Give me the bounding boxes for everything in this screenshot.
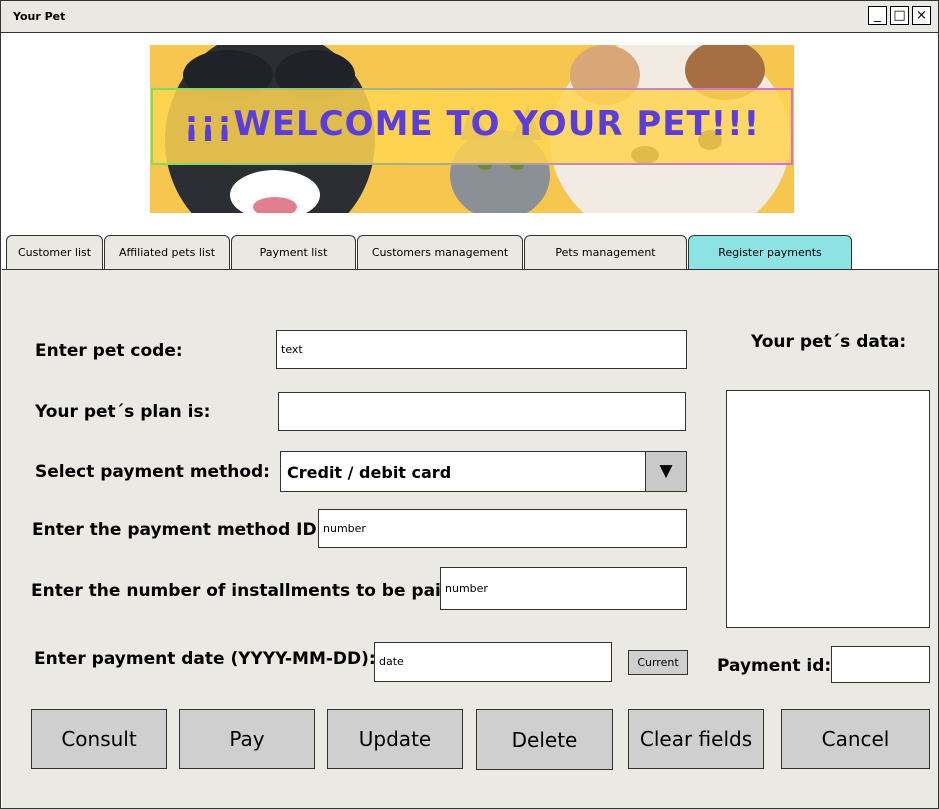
installments-input[interactable]: number [440,567,687,610]
update-button[interactable]: Update [327,709,463,769]
payment-id-field[interactable] [831,646,930,683]
maximize-button[interactable]: □ [890,6,909,25]
consult-button[interactable]: Consult [31,709,167,769]
tab-pets-management[interactable]: Pets management [524,235,687,269]
pay-button[interactable]: Pay [179,709,315,769]
minimize-button[interactable]: _ [868,6,887,25]
payment-method-label: Select payment method: [35,462,270,482]
pet-data-title: Your pet´s data: [751,332,907,352]
welcome-text: ¡¡¡WELCOME TO YOUR PET!!! [183,104,761,144]
app-window: Your Pet _ □ × ¡¡¡WELCOME TO YOUR PET!!!… [0,0,939,809]
dropdown-arrow-icon[interactable]: ▼ [645,452,686,491]
tab-customers-management[interactable]: Customers management [357,235,523,269]
pet-code-label: Enter pet code: [35,341,183,361]
plan-label: Your pet´s plan is: [35,402,211,422]
tab-register-payments[interactable]: Register payments [688,235,852,269]
installments-label: Enter the number of installments to be p… [31,581,460,601]
tab-payment-list[interactable]: Payment list [231,235,356,269]
payment-date-input[interactable]: date [374,642,612,682]
tab-customer-list[interactable]: Customer list [6,235,103,269]
current-date-button[interactable]: Current [628,650,688,675]
method-id-input[interactable]: number [318,509,687,548]
plan-field[interactable] [278,392,686,431]
close-button[interactable]: × [912,6,931,25]
cancel-button[interactable]: Cancel [781,709,930,769]
method-id-label: Enter the payment method ID: [32,520,324,540]
payment-date-label: Enter payment date (YYYY-MM-DD): [34,649,376,669]
payment-method-value: Credit / debit card [287,463,452,482]
pet-data-panel [726,390,930,628]
tab-affiliated-pets-list[interactable]: Affiliated pets list [104,235,230,269]
title-bar: Your Pet _ □ × [1,1,938,33]
payment-id-label: Payment id: [717,656,832,676]
window-title: Your Pet [13,10,66,23]
clear-fields-button[interactable]: Clear fields [628,709,764,769]
pet-code-input[interactable]: text [276,330,687,369]
delete-button[interactable]: Delete [476,709,613,770]
payment-method-select[interactable]: Credit / debit card ▼ [280,451,687,492]
